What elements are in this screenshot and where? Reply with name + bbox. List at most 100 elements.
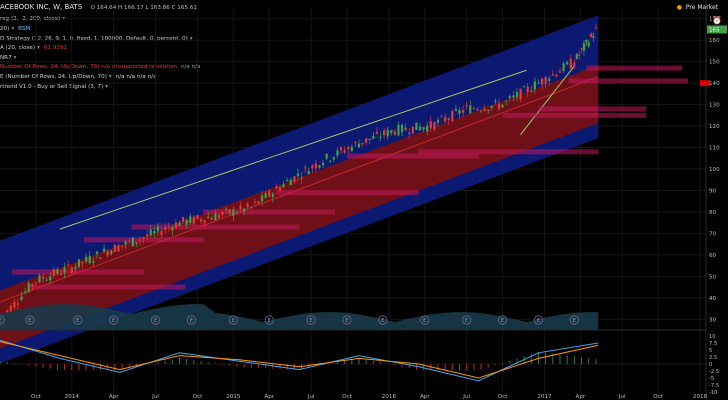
- macd-y-tick-label: -2.5: [709, 369, 719, 375]
- candle-body: [142, 237, 145, 239]
- candle-body: [120, 245, 124, 247]
- candle-body: [153, 231, 156, 234]
- earnings-marker-label: E: [267, 318, 271, 324]
- earnings-marker-label: E: [537, 318, 541, 324]
- y-tick-label: 140: [709, 81, 720, 87]
- candle-body: [260, 195, 264, 202]
- candle-body: [408, 132, 411, 134]
- indicator-row[interactable]: 20) ▾ BSM: [0, 26, 30, 33]
- earnings-marker-label: E: [309, 318, 313, 324]
- x-tick-label: Apr: [264, 394, 274, 400]
- candle-body: [24, 291, 27, 294]
- premarket-label: Pre Market: [685, 4, 718, 11]
- candle-body: [113, 244, 116, 252]
- candle-body: [519, 88, 522, 100]
- candle-body: [239, 205, 242, 209]
- candle-body: [164, 227, 167, 230]
- indicator-row[interactable]: reg (2, -2, 200, close) ▾: [0, 16, 65, 23]
- candle-body: [505, 100, 508, 102]
- candle-body: [275, 186, 278, 189]
- candle-body: [74, 267, 77, 270]
- candle-body: [149, 229, 152, 236]
- y-tick-label: 60: [709, 253, 717, 259]
- candle-body: [311, 165, 314, 169]
- y-tick-label: 100: [709, 167, 720, 173]
- candle-body: [70, 267, 73, 273]
- candle-body: [99, 257, 102, 259]
- x-tick-label: 2016: [382, 394, 397, 400]
- earnings-marker-icon: [25, 315, 35, 325]
- y-tick-label: 110: [709, 146, 720, 152]
- candle-body: [63, 267, 66, 273]
- indicator-menu-icon[interactable]: ▾: [37, 305, 40, 311]
- premarket-indicator: ● Pre Market: [677, 4, 718, 11]
- candle-body: [368, 138, 371, 140]
- earnings-marker-icon: [228, 315, 238, 325]
- earnings-marker-label: E: [112, 318, 116, 324]
- candle-body: [497, 103, 501, 109]
- candle-body: [257, 201, 260, 204]
- candle-body: [282, 184, 285, 188]
- earnings-marker-label: E: [28, 318, 32, 324]
- candle-body: [361, 143, 364, 145]
- candle-body: [422, 127, 425, 130]
- candle-body: [289, 179, 292, 186]
- indicator-menu-icon[interactable]: ▾: [109, 74, 112, 80]
- candle-body: [67, 264, 70, 266]
- volume-profile-bar: [586, 65, 683, 71]
- indicator-menu-icon[interactable]: ▾: [11, 26, 14, 32]
- candle-body: [59, 274, 63, 275]
- indicator-row[interactable]: rtrend V1.0 - Buy or Sell Signal (3, 7) ▾: [0, 84, 108, 91]
- candle-body: [494, 100, 497, 102]
- candle-body: [569, 58, 572, 69]
- candle-body: [429, 121, 432, 129]
- indicator-value: 61.9391: [43, 45, 68, 51]
- candle-body: [92, 261, 95, 263]
- candle-body: [339, 147, 343, 150]
- x-tick-label: Oct: [193, 394, 203, 400]
- indicator-row[interactable]: E (Number Of Rows, 24, Up/Down, 70) ▾ n/a …: [0, 74, 157, 81]
- price-chart: EEEEEEEEEEEEEEEE304050607080901001101201…: [0, 0, 727, 400]
- indicator-menu-icon[interactable]: ▾: [14, 55, 17, 61]
- trend-line-upper: [59, 69, 527, 230]
- earnings-marker-icon: [462, 315, 472, 325]
- earnings-marker-icon: [109, 315, 119, 325]
- indicator-label: Number Of Rows, 24, Up/Down, 70) n/a uns…: [0, 64, 177, 70]
- candle-body: [575, 53, 578, 59]
- candle-body: [354, 141, 357, 143]
- candle-body: [397, 124, 400, 136]
- indicator-row[interactable]: A (20, close) ▾ 61.9391: [0, 45, 67, 52]
- candle-body: [41, 276, 45, 280]
- earnings-marker-label: E: [423, 318, 427, 324]
- indicator-menu-icon[interactable]: ▾: [37, 45, 40, 51]
- indicator-menu-icon[interactable]: ▾: [190, 36, 193, 42]
- candle-body: [418, 126, 422, 131]
- premarket-dot-icon: ●: [676, 4, 682, 11]
- indicator-label: NR7: [0, 55, 12, 61]
- y-tick-label: 150: [709, 60, 720, 66]
- candle-body: [138, 239, 142, 241]
- indicator-menu-icon[interactable]: ▾: [105, 84, 108, 90]
- alarm-clock-icon[interactable]: ⏰: [712, 16, 722, 25]
- candle-body: [458, 110, 461, 114]
- candle-body: [128, 240, 131, 242]
- candle-body: [530, 90, 533, 92]
- y-tick-label: 40: [709, 296, 717, 302]
- indicator-row[interactable]: NR7 ▾: [0, 55, 16, 62]
- earnings-marker-icon: [342, 315, 352, 325]
- candle-body: [27, 283, 30, 292]
- symbol-header[interactable]: ACEBOOK INC, W, BATS O 164.64 H 166.17 L…: [0, 3, 197, 11]
- candle-body: [38, 275, 41, 283]
- candle-body: [580, 48, 583, 50]
- indicator-row[interactable]: Number Of Rows, 24, Up/Down, 70) n/a uns…: [0, 64, 200, 71]
- candle-body: [566, 61, 569, 65]
- macd-legend[interactable]: D (12, 26, 9) ▾ 0.9561 7.5757 6.7138: [0, 305, 106, 312]
- candle-body: [447, 118, 450, 121]
- candle-body: [49, 276, 52, 281]
- indicator-menu-icon[interactable]: ▾: [62, 16, 65, 22]
- indicator-row[interactable]: D Strategy (12, 26, 9, 1, 0, fixed, 1, 1…: [0, 36, 193, 43]
- candle-body: [476, 109, 479, 111]
- volume-profile-bar: [418, 149, 599, 155]
- candle-body: [207, 216, 210, 218]
- macd-label: D (12, 26, 9): [0, 305, 36, 311]
